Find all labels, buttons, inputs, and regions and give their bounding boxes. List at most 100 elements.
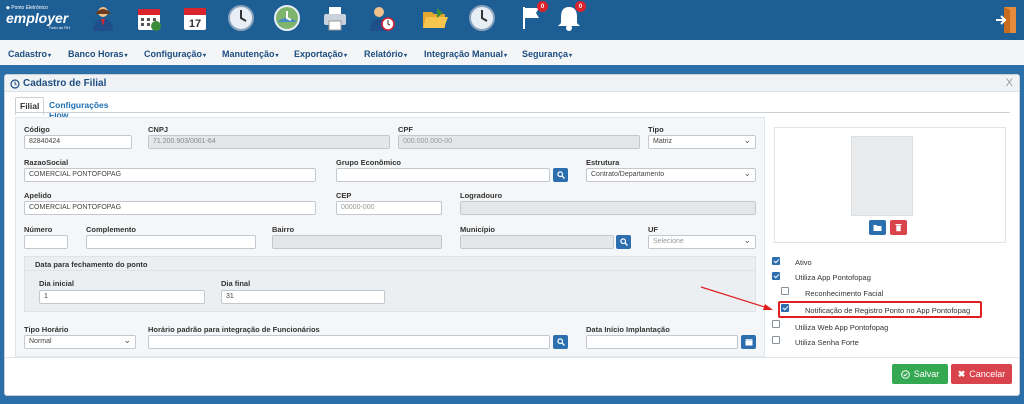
label-logradouro: Logradouro <box>460 191 503 200</box>
clock-map-icon[interactable] <box>272 3 302 33</box>
trash-icon <box>895 224 902 232</box>
menu-configuracao[interactable]: Configuração▾ <box>144 49 206 59</box>
main-menu: Cadastro▾ Banco Horas▾ Configuração▾ Man… <box>0 40 1024 68</box>
chevron-down-icon: ▾ <box>124 53 128 59</box>
label-bairro: Bairro <box>272 225 295 234</box>
dia-inicial-input[interactable]: 1 <box>39 290 205 304</box>
estrutura-select[interactable]: Contrato/Departamento <box>586 168 756 182</box>
save-label: Salvar <box>913 369 940 379</box>
save-button[interactable]: Salvar <box>892 364 948 384</box>
label-horario-padrao: Horário padrão para integração de Funcio… <box>148 325 320 334</box>
cep-input[interactable]: 00000-000 <box>336 201 442 215</box>
tipo-horario-select[interactable]: Normal <box>24 335 136 349</box>
close-button[interactable]: X <box>1006 77 1013 89</box>
clock-grid-icon[interactable] <box>467 3 497 33</box>
label-apelido: Apelido <box>24 191 52 200</box>
chevron-down-icon: ▾ <box>275 53 279 59</box>
bell-icon[interactable]: 0 <box>554 1 586 33</box>
menu-relatorio[interactable]: Relatório▾ <box>364 49 407 59</box>
municipio-input[interactable] <box>460 235 614 249</box>
user-clock-icon[interactable] <box>366 3 396 33</box>
search-icon <box>619 238 628 246</box>
checkbox-utiliza-app[interactable] <box>772 272 780 280</box>
complemento-input[interactable] <box>86 235 256 249</box>
checkbox-senha-forte[interactable] <box>772 336 780 344</box>
chevron-down-icon: ▾ <box>344 53 348 59</box>
checkbox-web-app[interactable] <box>772 320 780 328</box>
upload-photo-button[interactable] <box>869 220 886 235</box>
tipo-select[interactable]: Matriz <box>648 135 756 149</box>
search-grupo-button[interactable] <box>553 168 568 182</box>
label-tipo-horario: Tipo Horário <box>24 325 69 334</box>
menu-seguranca[interactable]: Segurança▾ <box>522 49 572 59</box>
history-icon <box>10 79 20 89</box>
search-municipio-button[interactable] <box>616 235 631 249</box>
menu-banco-horas[interactable]: Banco Horas▾ <box>68 49 128 59</box>
modal-title: Cadastro de Filial <box>23 78 107 89</box>
horario-padrao-input[interactable] <box>148 335 550 349</box>
grupo-economico-input[interactable] <box>336 168 550 182</box>
calendar-icon <box>745 339 752 346</box>
cpf-input[interactable]: 000.000.000-00 <box>398 135 640 149</box>
modal-header: Cadastro de Filial X <box>5 75 1019 92</box>
label-complemento: Complemento <box>86 225 137 234</box>
printer-icon[interactable] <box>320 3 350 33</box>
top-toolbar: ◆ Ponto Eletrônico employer Tudo do RH 1… <box>0 0 1024 40</box>
bairro-input[interactable] <box>272 235 442 249</box>
photo-panel <box>774 127 1006 243</box>
checkbox-reconhecimento-facial[interactable] <box>781 287 789 295</box>
tab-divider <box>15 112 1010 113</box>
dia-final-input[interactable]: 31 <box>221 290 385 304</box>
checkbox-ativo[interactable] <box>772 257 780 265</box>
label-codigo: Código <box>24 125 50 134</box>
menu-exportacao[interactable]: Exportação▾ <box>294 49 347 59</box>
menu-cadastro[interactable]: Cadastro▾ <box>8 49 51 59</box>
bell-badge: 0 <box>575 1 586 12</box>
delete-photo-button[interactable] <box>890 220 907 235</box>
calendar-grid-icon[interactable] <box>134 3 164 33</box>
footer-divider <box>5 357 1019 358</box>
label-grupo-economico: Grupo Econômico <box>336 158 402 167</box>
flag-badge: 0 <box>537 1 548 12</box>
close-icon: ✖ <box>957 368 966 379</box>
logradouro-input[interactable] <box>460 201 756 215</box>
label-web-app: Utiliza Web App Pontofopag <box>795 323 889 332</box>
label-data-implantacao: Data Início Implantação <box>586 325 670 334</box>
label-cpf: CPF <box>398 125 413 134</box>
apelido-input[interactable]: COMERCIAL PONTOFOPAG <box>24 201 316 215</box>
razao-social-input[interactable]: COMERCIAL PONTOFOPAG <box>24 168 316 182</box>
fechamento-header: Data para fechamento do ponto <box>25 257 755 271</box>
label-cep: CEP <box>336 191 352 200</box>
menu-manutencao[interactable]: Manutenção▾ <box>222 49 279 59</box>
label-razao-social: RazaoSocial <box>24 158 69 167</box>
flag-icon[interactable]: 0 <box>516 1 548 33</box>
data-implantacao-input[interactable] <box>586 335 738 349</box>
calendar-button[interactable] <box>741 335 756 349</box>
label-estrutura: Estrutura <box>586 158 620 167</box>
chevron-down-icon: ▾ <box>569 53 573 59</box>
clock-icon[interactable] <box>226 3 256 33</box>
chevron-down-icon: ▾ <box>48 53 52 59</box>
logo-brand: employer <box>6 10 69 26</box>
label-utiliza-app: Utiliza App Pontofopag <box>795 273 871 282</box>
numero-input[interactable] <box>24 235 68 249</box>
codigo-input[interactable]: 82840424 <box>24 135 132 149</box>
fechamento-title: Data para fechamento do ponto <box>35 260 148 269</box>
calendar-17-icon[interactable]: 17 <box>180 3 210 33</box>
label-dia-inicial: Dia inicial <box>39 279 75 288</box>
employee-icon[interactable] <box>88 3 118 33</box>
cadastro-filial-modal: Cadastro de Filial X Filial Configuraçõe… <box>4 74 1020 396</box>
folder-open-icon[interactable] <box>420 3 450 33</box>
search-horario-button[interactable] <box>553 335 568 349</box>
exit-icon[interactable] <box>996 6 1018 34</box>
label-reconhecimento-facial: Reconhecimento Facial <box>805 289 884 298</box>
cancel-button[interactable]: ✖ Cancelar <box>951 364 1012 384</box>
photo-placeholder <box>851 136 913 216</box>
search-icon <box>556 171 565 179</box>
fechamento-panel: Data para fechamento do ponto Dia inicia… <box>24 256 756 312</box>
menu-integracao-manual[interactable]: Integração Manual▾ <box>424 49 507 59</box>
chevron-down-icon: ▾ <box>203 53 207 59</box>
uf-select[interactable]: Selecione <box>648 235 756 249</box>
label-tipo: Tipo <box>648 125 664 134</box>
cnpj-input[interactable]: 71.200.903/0001-64 <box>148 135 390 149</box>
